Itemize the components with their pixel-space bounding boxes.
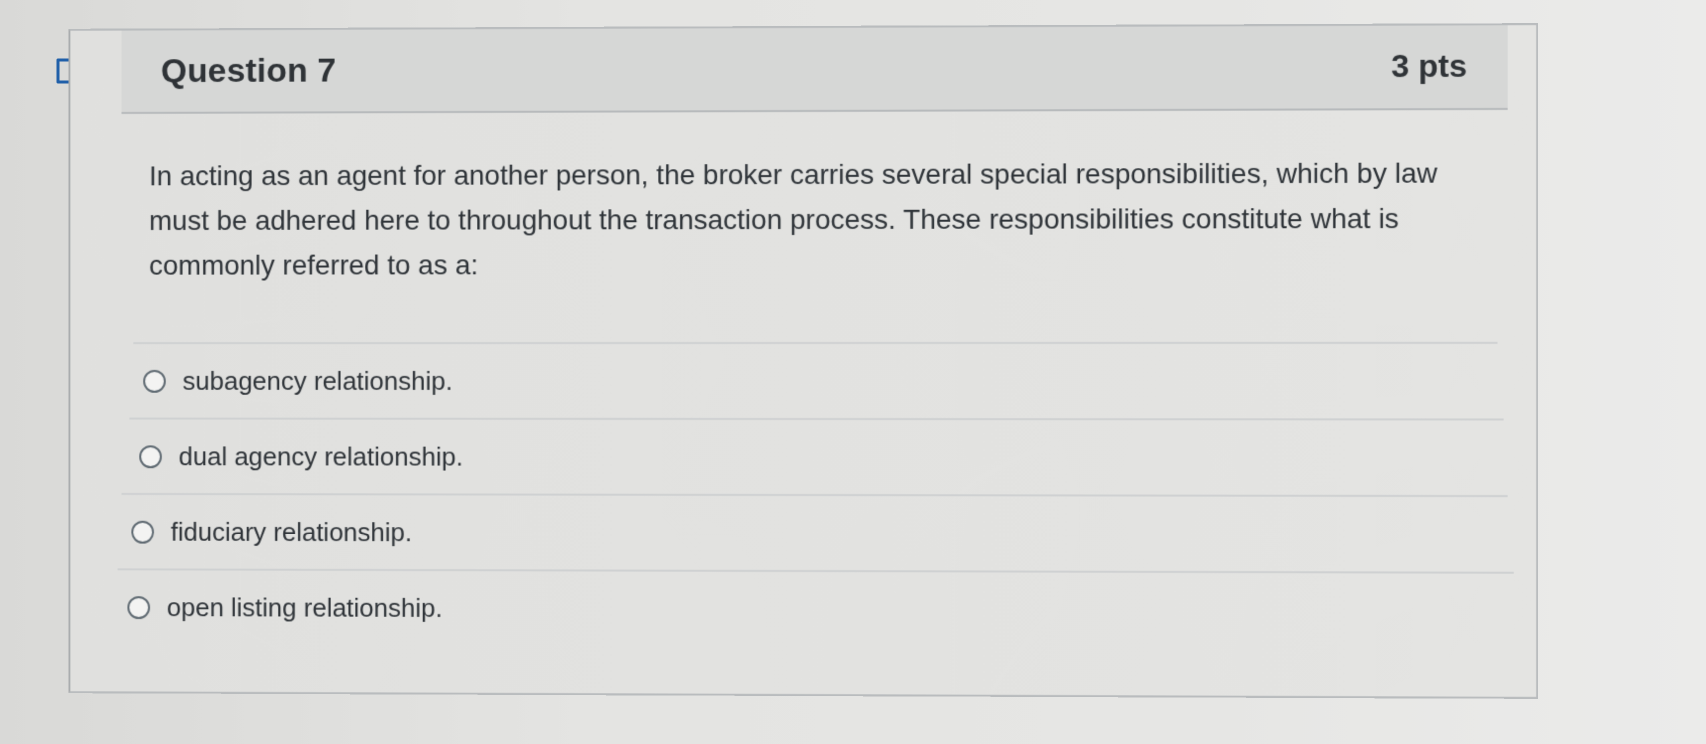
answer-label[interactable]: subagency relationship. <box>183 365 453 396</box>
answer-label[interactable]: dual agency relationship. <box>179 441 463 472</box>
question-title: Question 7 <box>160 51 337 91</box>
radio-icon[interactable] <box>127 595 151 619</box>
answer-label[interactable]: fiduciary relationship. <box>171 516 412 547</box>
question-card: Question 7 3 pts In acting as an agent f… <box>68 23 1539 699</box>
answer-option-fiduciary[interactable]: fiduciary relationship. <box>121 492 1508 572</box>
answer-option-dual-agency[interactable]: dual agency relationship. <box>129 417 1504 496</box>
answer-option-subagency[interactable]: subagency relationship. <box>133 341 1498 419</box>
radio-icon[interactable] <box>143 369 166 393</box>
radio-icon[interactable] <box>131 520 154 544</box>
question-header: Question 7 3 pts <box>121 25 1508 114</box>
question-body: In acting as an agent for another person… <box>149 150 1530 287</box>
answer-options: subagency relationship. dual agency rela… <box>117 341 1528 649</box>
radio-icon[interactable] <box>139 444 162 468</box>
question-points: 3 pts <box>1391 47 1468 85</box>
answer-label[interactable]: open listing relationship. <box>167 592 443 624</box>
question-text: In acting as an agent for another person… <box>149 157 1438 281</box>
answer-option-open-listing[interactable]: open listing relationship. <box>117 568 1514 649</box>
